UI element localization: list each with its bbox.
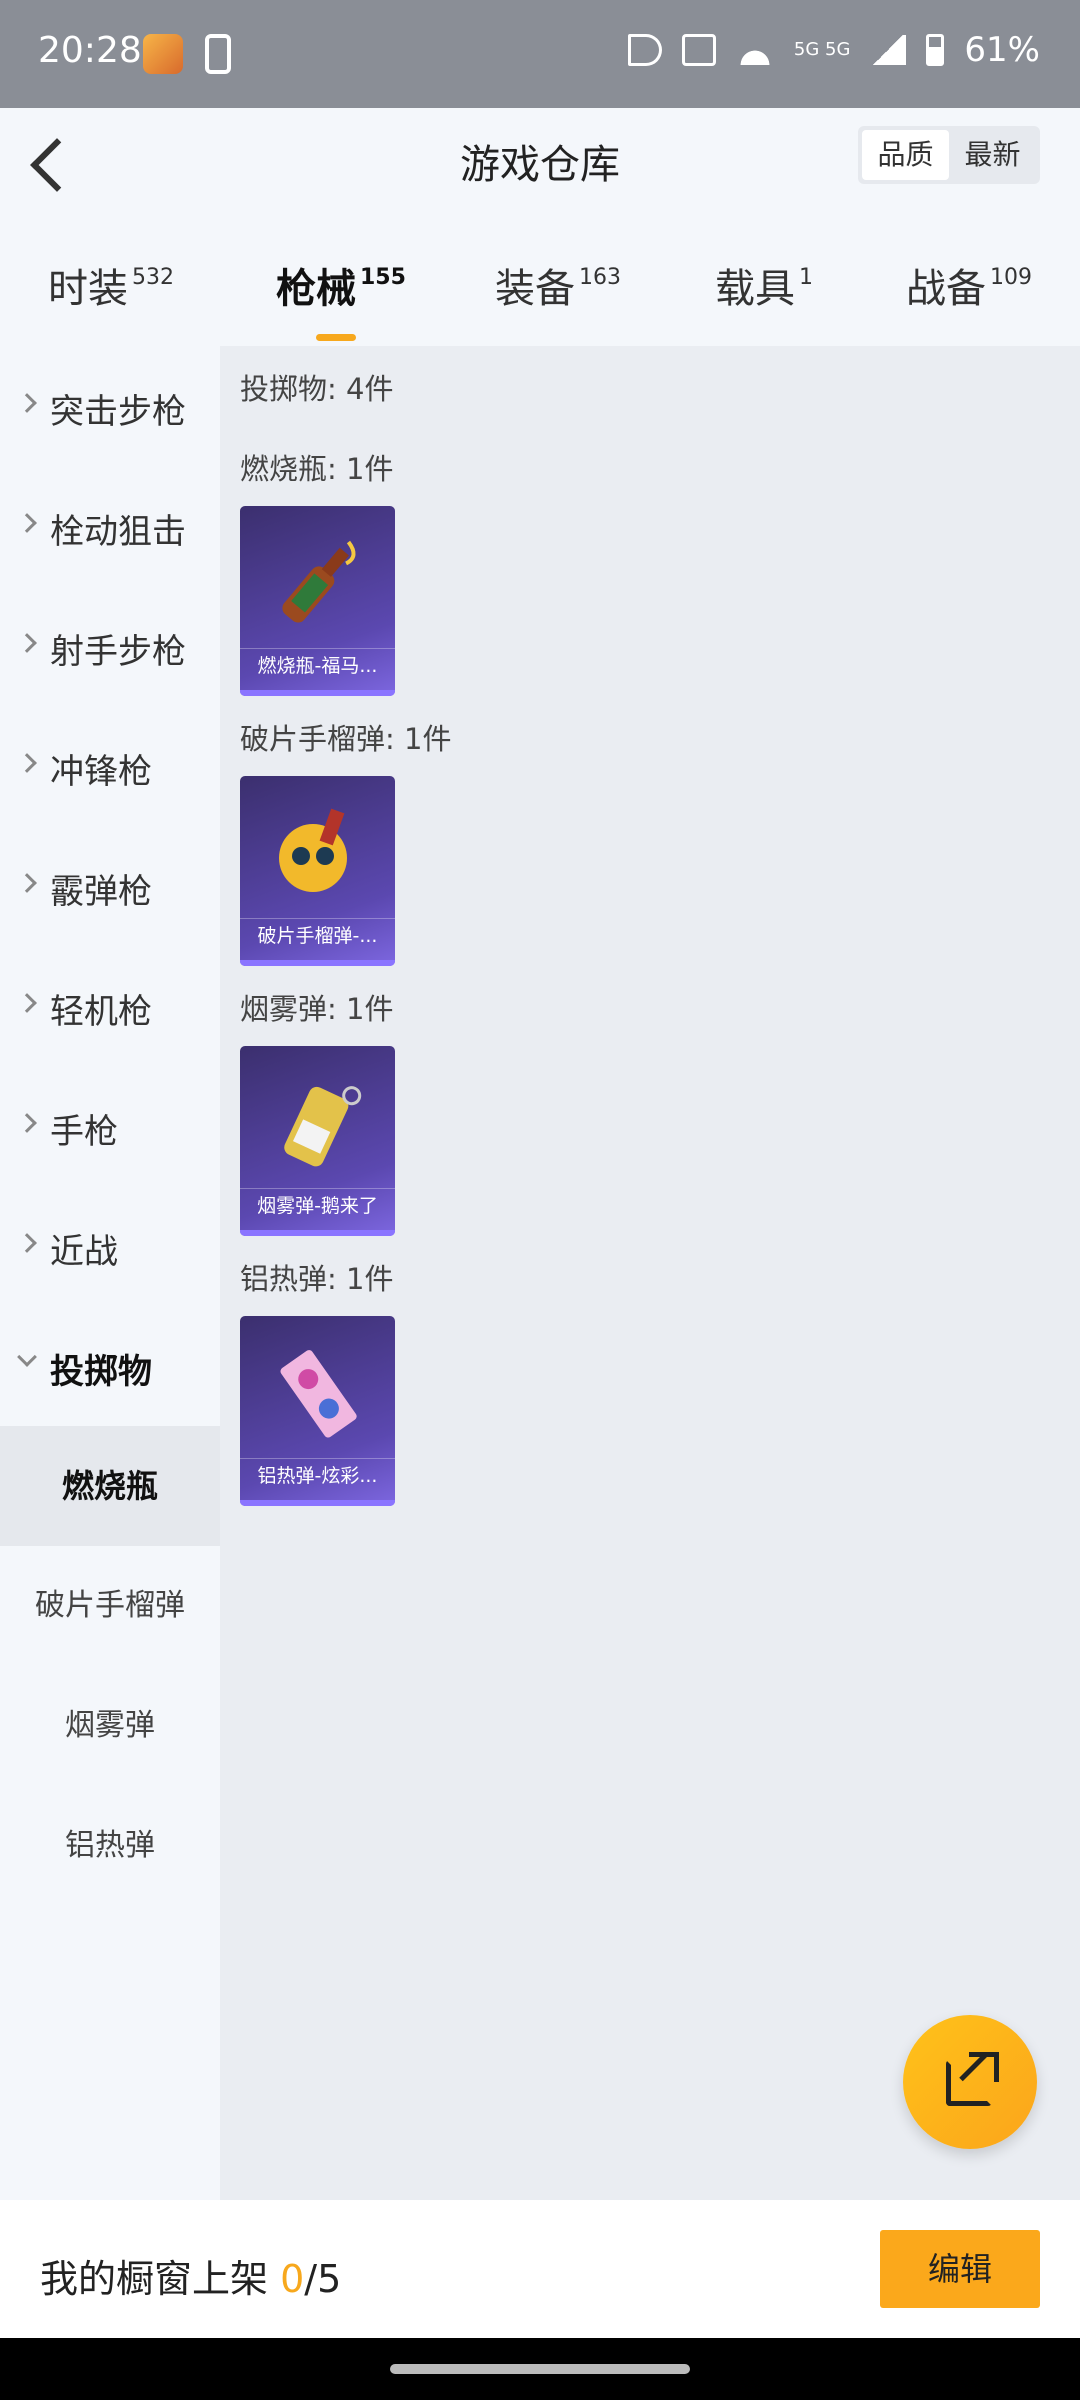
chevron-right-icon (17, 633, 37, 653)
chevron-right-icon (17, 1233, 37, 1253)
sidebar-subitem-frag-grenade[interactable]: 破片手榴弹 (0, 1546, 220, 1666)
sidebar-item-smg[interactable]: 冲锋枪 (0, 706, 220, 826)
tab-label: 装备 (495, 266, 575, 312)
showcase-total: /5 (304, 2257, 342, 2301)
group-heading: 烟雾弹: 1件 (240, 992, 394, 1026)
sidebar-subitem-smoke-grenade[interactable]: 烟雾弹 (0, 1666, 220, 1786)
sidebar-item-label: 冲锋枪 (50, 752, 152, 792)
phone-sync-icon (205, 34, 231, 74)
grenade-icon (240, 794, 395, 912)
group-heading: 破片手榴弹: 1件 (240, 722, 452, 756)
tab-supplies[interactable]: 战备 109 (906, 256, 1032, 314)
tab-count: 532 (132, 265, 174, 290)
smoke-grenade-icon (240, 1064, 395, 1182)
game-app-icon (143, 34, 183, 74)
chevron-right-icon (17, 753, 37, 773)
sidebar-item-throwables[interactable]: 投掷物 (0, 1306, 220, 1426)
sidebar-item-label: 突击步枪 (50, 392, 186, 432)
header: 游戏仓库 品质 最新 (0, 108, 1080, 236)
status-time: 20:28 (38, 30, 142, 71)
sidebar-item-lmg[interactable]: 轻机枪 (0, 946, 220, 1066)
sidebar-subitem-thermite[interactable]: 铝热弹 (0, 1786, 220, 1906)
item-card[interactable]: 烟雾弹-鹅来了 (240, 1046, 395, 1236)
active-tab-underline (316, 334, 356, 341)
sort-newest-button[interactable]: 最新 (949, 130, 1036, 180)
signal-icon (870, 35, 907, 65)
battery-icon (926, 34, 945, 66)
chevron-right-icon (17, 1113, 37, 1133)
tab-fashion[interactable]: 时装 532 (48, 256, 174, 314)
battery-percent: 61% (964, 30, 1040, 70)
sidebar-item-label: 投掷物 (50, 1352, 152, 1392)
tab-label: 载具 (715, 266, 795, 312)
network-label: 5G 5G (793, 39, 851, 60)
edit-button[interactable]: 编辑 (880, 2230, 1040, 2308)
molotov-icon (240, 524, 395, 642)
sidebar-item-label: 射手步枪 (50, 632, 186, 672)
item-name: 破片手榴弹-... (240, 918, 395, 952)
group-heading: 燃烧瓶: 1件 (240, 452, 394, 486)
category-tabs: 时装 532 枪械 155 装备 163 载具 1 战备 109 (0, 236, 1080, 346)
chevron-right-icon (17, 993, 37, 1013)
item-card[interactable]: 燃烧瓶-福马... (240, 506, 395, 696)
sidebar-item-bolt-sniper[interactable]: 栓动狙击 (0, 466, 220, 586)
share-button[interactable] (903, 2015, 1037, 2149)
thermite-icon (240, 1334, 395, 1452)
tab-firearms[interactable]: 枪械 155 (276, 256, 406, 341)
item-card[interactable]: 破片手榴弹-... (240, 776, 395, 966)
sidebar-subitem-molotov[interactable]: 燃烧瓶 (0, 1426, 220, 1546)
sidebar-item-pistol[interactable]: 手枪 (0, 1066, 220, 1186)
sidebar-item-melee[interactable]: 近战 (0, 1186, 220, 1306)
tab-count: 1 (799, 265, 813, 290)
tab-vehicles[interactable]: 载具 1 (715, 256, 813, 314)
showcase-bar: 我的橱窗上架 0/5 编辑 (0, 2200, 1080, 2338)
item-name: 燃烧瓶-福马... (240, 648, 395, 682)
tab-count: 109 (990, 265, 1032, 290)
tab-count: 155 (360, 265, 406, 290)
group-heading: 铝热弹: 1件 (240, 1262, 394, 1296)
sidebar-item-shotgun[interactable]: 霰弹枪 (0, 826, 220, 946)
sidebar-item-label: 栓动狙击 (50, 512, 186, 552)
sidebar-item-label: 霰弹枪 (50, 872, 152, 912)
item-card[interactable]: 铝热弹-炫彩... (240, 1316, 395, 1506)
item-list: 投掷物: 4件 燃烧瓶: 1件 燃烧瓶-福马... 破片手榴弹: 1件 破片手榴… (220, 346, 1080, 2200)
sidebar-item-assault-rifle[interactable]: 突击步枪 (0, 346, 220, 466)
item-name: 铝热弹-炫彩... (240, 1458, 395, 1492)
system-nav-bar (0, 2338, 1080, 2400)
tab-label: 时装 (48, 266, 128, 312)
tab-label: 战备 (906, 266, 986, 312)
tab-count: 163 (579, 265, 621, 290)
sidebar: 突击步枪 栓动狙击 射手步枪 冲锋枪 霰弹枪 轻机枪 手枪 近战 投掷物 燃烧瓶… (0, 346, 220, 2200)
item-name: 烟雾弹-鹅来了 (240, 1188, 395, 1222)
status-bar: 20:28 5G 5G 61% (0, 0, 1080, 108)
wifi-icon (735, 35, 774, 65)
sidebar-item-marksman-rifle[interactable]: 射手步枪 (0, 586, 220, 706)
sort-toggle: 品质 最新 (858, 126, 1040, 184)
sidebar-item-label: 轻机枪 (50, 992, 152, 1032)
home-gesture-bar[interactable] (390, 2364, 690, 2374)
sidebar-item-label: 近战 (50, 1232, 118, 1272)
section-summary: 投掷物: 4件 (240, 372, 394, 406)
tab-equipment[interactable]: 装备 163 (495, 256, 621, 314)
showcase-count: 0 (280, 2257, 305, 2301)
showcase-text: 我的橱窗上架 (40, 2257, 269, 2301)
chevron-right-icon (17, 513, 37, 533)
chevron-down-icon (17, 1347, 37, 1367)
tab-label: 枪械 (276, 266, 356, 312)
mute-icon (627, 34, 662, 66)
showcase-label: 我的橱窗上架 0/5 (40, 2248, 341, 2303)
sidebar-item-label: 手枪 (50, 1112, 118, 1152)
nfc-icon (681, 34, 716, 66)
chevron-right-icon (17, 873, 37, 893)
sort-quality-button[interactable]: 品质 (862, 130, 949, 180)
chevron-right-icon (17, 393, 37, 413)
